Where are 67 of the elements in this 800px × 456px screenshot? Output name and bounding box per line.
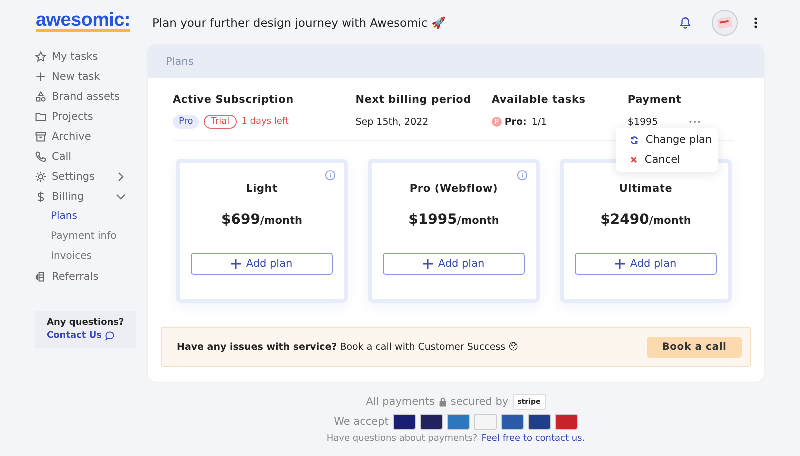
phone-icon <box>35 151 47 163</box>
plan-badge: Pro <box>173 115 200 129</box>
column-heading: Payment <box>628 94 682 106</box>
sidebar-item[interactable]: Brand assets <box>35 87 126 107</box>
sidebar-item[interactable]: Settings <box>35 167 126 187</box>
plus-icon <box>615 259 626 269</box>
sidebar-item[interactable]: My tasks <box>35 47 126 67</box>
archive-icon <box>35 131 47 143</box>
menu-item[interactable]: Cancel <box>616 150 718 170</box>
tasks-value: 1/1 <box>532 116 548 128</box>
sidebar-subitem[interactable]: Plans <box>35 207 126 227</box>
sidebar-item[interactable]: Archive <box>35 127 126 147</box>
help-question: Any questions? <box>47 318 124 328</box>
plan-title: Pro (Webflow) <box>410 183 498 195</box>
chat-icon <box>105 331 116 341</box>
plus-icon <box>423 259 434 269</box>
bell-icon[interactable] <box>679 16 692 30</box>
panel-title: Plans <box>166 56 194 68</box>
chevron-right-icon[interactable] <box>116 172 126 182</box>
sidebar-subitem[interactable]: Invoices <box>35 247 126 267</box>
sidebar-item[interactable]: Call <box>35 147 126 167</box>
banner-text: Have any issues with service? Book a call with Customer Success 😯 <box>177 342 519 352</box>
shapes-icon <box>35 91 47 103</box>
chevron-down-icon[interactable] <box>116 192 126 202</box>
plan-price: $699/month <box>222 212 302 228</box>
add-plan-button[interactable]: Add plan <box>191 253 333 275</box>
sidebar-item[interactable]: Billing <box>35 187 126 207</box>
column-heading: Available tasks <box>492 94 586 106</box>
column-heading: Active Subscription <box>173 94 294 106</box>
sidebar-item[interactable]: Referrals <box>35 267 126 287</box>
lock-icon <box>438 397 447 407</box>
plan-title: Light <box>246 183 278 195</box>
payment-question: Have questions about payments? <box>326 434 478 444</box>
tasks-label: Pro: <box>504 116 527 128</box>
trial-badge: Trial <box>204 115 237 129</box>
sidebar-item[interactable]: New task <box>35 67 126 87</box>
secured-text: secured by <box>450 396 509 408</box>
payment-amount: $1995 <box>628 116 658 128</box>
info-icon[interactable] <box>325 170 336 181</box>
logo[interactable]: awesomic: <box>36 13 130 32</box>
plus-icon <box>35 71 47 83</box>
secured-text: All payments <box>366 396 435 408</box>
avatar-icon[interactable] <box>712 10 738 36</box>
menu-item[interactable]: Change plan <box>616 130 718 150</box>
accept-text: We accept <box>334 416 389 428</box>
trial-remaining: 1 days left <box>242 117 289 127</box>
plan-price: $2490/month <box>600 212 692 228</box>
plan-price: $1995/month <box>408 212 500 228</box>
book-call-button[interactable]: Book a call <box>647 336 742 358</box>
more-icon[interactable] <box>754 16 758 28</box>
add-plan-button[interactable]: Add plan <box>383 253 525 275</box>
plus-icon <box>231 259 242 269</box>
add-plan-button[interactable]: Add plan <box>575 253 717 275</box>
contact-link[interactable]: Contact Us <box>47 331 102 341</box>
close-icon <box>630 156 638 164</box>
info-icon[interactable] <box>517 170 528 181</box>
dollar-icon <box>35 191 47 203</box>
folder-icon <box>35 111 47 123</box>
column-heading: Next billing period <box>356 94 472 106</box>
sidebar-subitem[interactable]: Payment info <box>35 227 126 247</box>
plan-title: Ultimate <box>619 183 673 195</box>
page-tagline: Plan your further design journey with Awesomic 🚀 <box>152 16 446 30</box>
refresh-icon <box>630 136 639 144</box>
billing-date: Sep 15th, 2022 <box>356 116 429 128</box>
star-icon <box>35 51 47 63</box>
contact-link[interactable]: Feel free to contact us. <box>482 434 586 444</box>
sidebar-item[interactable]: Projects <box>35 107 126 127</box>
